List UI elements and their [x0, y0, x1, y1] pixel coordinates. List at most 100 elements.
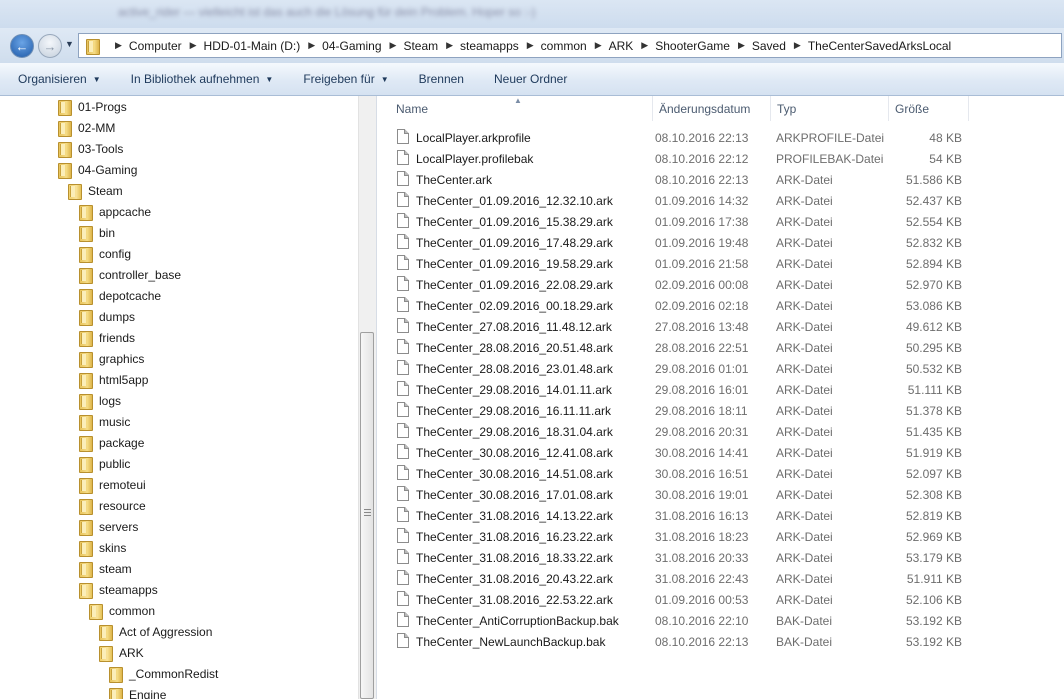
- file-row[interactable]: TheCenter_01.09.2016_17.48.29.ark 01.09.2…: [397, 232, 977, 253]
- file-icon: [397, 318, 409, 333]
- new-folder-button[interactable]: Neuer Ordner: [494, 72, 567, 86]
- breadcrumb-separator-start[interactable]: ▶: [107, 40, 129, 51]
- breadcrumb-item[interactable]: Computer ▶: [129, 39, 204, 53]
- nav-tree-item[interactable]: 03-Tools: [57, 138, 123, 159]
- breadcrumb-item[interactable]: steamapps ▶: [460, 39, 541, 53]
- file-row[interactable]: TheCenter_02.09.2016_00.18.29.ark 02.09.2…: [397, 295, 977, 316]
- organize-button[interactable]: Organisieren ▼: [18, 72, 101, 86]
- file-row[interactable]: TheCenter_01.09.2016_12.32.10.ark 01.09.2…: [397, 190, 977, 211]
- file-row[interactable]: TheCenter_01.09.2016_22.08.29.ark 02.09.2…: [397, 274, 977, 295]
- file-row[interactable]: TheCenter_AntiCorruptionBackup.bak 08.10.…: [397, 610, 977, 631]
- nav-tree-item[interactable]: html5app: [78, 369, 148, 390]
- file-icon: [397, 213, 409, 228]
- nav-tree-item[interactable]: ARK: [98, 642, 144, 663]
- file-list[interactable]: ▲ Name Änderungsdatum Typ Größe LocalPla…: [377, 96, 1064, 699]
- breadcrumb-item[interactable]: HDD-01-Main (D:) ▶: [204, 39, 323, 53]
- file-row[interactable]: TheCenter_27.08.2016_11.48.12.ark 27.08.2…: [397, 316, 977, 337]
- breadcrumb-item[interactable]: ShooterGame ▶: [655, 39, 752, 53]
- file-row[interactable]: TheCenter_30.08.2016_17.01.08.ark 30.08.2…: [397, 484, 977, 505]
- nav-tree-item[interactable]: controller_base: [78, 264, 181, 285]
- nav-tree-item[interactable]: friends: [78, 327, 135, 348]
- navigation-pane[interactable]: 01-Progs 02-MM 03-Tools 04-Gaming Steam appca…: [0, 96, 377, 699]
- file-row[interactable]: TheCenter_NewLaunchBackup.bak 08.10.2016 …: [397, 631, 977, 652]
- nav-tree-item[interactable]: remoteui: [78, 474, 146, 495]
- breadcrumb-item[interactable]: Saved ▶: [752, 39, 808, 53]
- nav-tree-item[interactable]: logs: [78, 390, 121, 411]
- file-row[interactable]: TheCenter_01.09.2016_19.58.29.ark 01.09.2…: [397, 253, 977, 274]
- chevron-right-icon[interactable]: ▶: [190, 40, 197, 51]
- breadcrumb-item[interactable]: 04-Gaming ▶: [322, 39, 403, 53]
- file-row[interactable]: TheCenter_29.08.2016_18.31.04.ark 29.08.2…: [397, 421, 977, 442]
- nav-tree-item[interactable]: steam: [78, 558, 132, 579]
- folder-icon: [78, 288, 93, 305]
- column-header-size[interactable]: Größe: [889, 96, 969, 121]
- breadcrumb-item[interactable]: Steam ▶: [403, 39, 460, 53]
- nav-tree-item[interactable]: music: [78, 411, 130, 432]
- nav-tree-item[interactable]: steamapps: [78, 579, 158, 600]
- recent-pages-dropdown-icon[interactable]: ▼: [65, 39, 74, 49]
- nav-tree-item[interactable]: resource: [78, 495, 146, 516]
- breadcrumb-item[interactable]: common ▶: [541, 39, 609, 53]
- nav-tree-item[interactable]: graphics: [78, 348, 144, 369]
- back-button[interactable]: ←: [10, 34, 34, 58]
- scrollbar-thumb[interactable]: [360, 332, 374, 699]
- chevron-right-icon[interactable]: ▶: [641, 40, 648, 51]
- navigation-scrollbar[interactable]: [358, 96, 376, 699]
- nav-tree-item[interactable]: Steam: [67, 180, 123, 201]
- folder-icon: [78, 351, 93, 368]
- chevron-right-icon[interactable]: ▶: [308, 40, 315, 51]
- nav-tree-item[interactable]: Act of Aggression: [98, 621, 212, 642]
- nav-tree-item[interactable]: _CommonRedist: [108, 663, 218, 684]
- file-row[interactable]: TheCenter_31.08.2016_14.13.22.ark 31.08.2…: [397, 505, 977, 526]
- breadcrumb-item[interactable]: ARK ▶: [609, 39, 656, 53]
- file-row[interactable]: TheCenter_30.08.2016_12.41.08.ark 30.08.2…: [397, 442, 977, 463]
- nav-tree-item[interactable]: appcache: [78, 201, 151, 222]
- file-row[interactable]: TheCenter_29.08.2016_14.01.11.ark 29.08.2…: [397, 379, 977, 400]
- chevron-right-icon[interactable]: ▶: [527, 40, 534, 51]
- column-header-date[interactable]: Änderungsdatum: [653, 96, 771, 121]
- nav-tree-item[interactable]: config: [78, 243, 131, 264]
- file-row[interactable]: TheCenter.ark 08.10.2016 22:13 ARK-Datei 51…: [397, 169, 977, 190]
- folder-icon: [98, 645, 113, 662]
- share-with-button[interactable]: Freigeben für ▼: [303, 72, 388, 86]
- nav-tree-item[interactable]: 02-MM: [57, 117, 115, 138]
- file-row[interactable]: LocalPlayer.arkprofile 08.10.2016 22:13 AR…: [397, 127, 977, 148]
- burn-button[interactable]: Brennen: [419, 72, 464, 86]
- chevron-right-icon[interactable]: ▶: [446, 40, 453, 51]
- nav-tree-item[interactable]: skins: [78, 537, 126, 558]
- nav-tree-item[interactable]: depotcache: [78, 285, 161, 306]
- file-date: 31.08.2016 20:33: [655, 550, 749, 565]
- file-row[interactable]: TheCenter_31.08.2016_22.53.22.ark 01.09.2…: [397, 589, 977, 610]
- nav-tree-item[interactable]: common: [88, 600, 155, 621]
- chevron-right-icon[interactable]: ▶: [595, 40, 602, 51]
- nav-tree-item[interactable]: 01-Progs: [57, 96, 127, 117]
- file-row[interactable]: TheCenter_28.08.2016_23.01.48.ark 29.08.2…: [397, 358, 977, 379]
- file-size: 51.919 KB: [905, 445, 962, 460]
- forward-button[interactable]: →: [38, 34, 62, 58]
- nav-tree-item[interactable]: Engine: [108, 684, 166, 699]
- file-row[interactable]: TheCenter_31.08.2016_18.33.22.ark 31.08.2…: [397, 547, 977, 568]
- nav-tree-item[interactable]: package: [78, 432, 144, 453]
- file-row[interactable]: TheCenter_29.08.2016_16.11.11.ark 29.08.2…: [397, 400, 977, 421]
- file-row[interactable]: LocalPlayer.profilebak 08.10.2016 22:12 PR…: [397, 148, 977, 169]
- file-row[interactable]: TheCenter_31.08.2016_20.43.22.ark 31.08.2…: [397, 568, 977, 589]
- column-header-name[interactable]: Name: [390, 96, 653, 121]
- file-row[interactable]: TheCenter_30.08.2016_14.51.08.ark 30.08.2…: [397, 463, 977, 484]
- breadcrumb-item[interactable]: TheCenterSavedArksLocal: [808, 39, 951, 53]
- add-to-library-button[interactable]: In Bibliothek aufnehmen ▼: [131, 72, 274, 86]
- chevron-right-icon[interactable]: ▶: [738, 40, 745, 51]
- file-row[interactable]: TheCenter_01.09.2016_15.38.29.ark 01.09.2…: [397, 211, 977, 232]
- nav-tree-item[interactable]: servers: [78, 516, 138, 537]
- file-row[interactable]: TheCenter_28.08.2016_20.51.48.ark 28.08.2…: [397, 337, 977, 358]
- nav-tree-item[interactable]: bin: [78, 222, 115, 243]
- nav-tree-item[interactable]: 04-Gaming: [57, 159, 137, 180]
- chevron-right-icon[interactable]: ▶: [794, 40, 801, 51]
- file-row[interactable]: TheCenter_31.08.2016_16.23.22.ark 31.08.2…: [397, 526, 977, 547]
- column-header-type[interactable]: Typ: [771, 96, 889, 121]
- chevron-right-icon[interactable]: ▶: [390, 40, 397, 51]
- nav-tree-item[interactable]: public: [78, 453, 130, 474]
- file-type: ARK-Datei: [776, 277, 833, 292]
- address-bar[interactable]: ▶ Computer ▶ HDD-01-Main (D:) ▶ 04-Gaming ▶ St…: [78, 33, 1062, 58]
- file-icon: [397, 570, 409, 585]
- nav-tree-item[interactable]: dumps: [78, 306, 135, 327]
